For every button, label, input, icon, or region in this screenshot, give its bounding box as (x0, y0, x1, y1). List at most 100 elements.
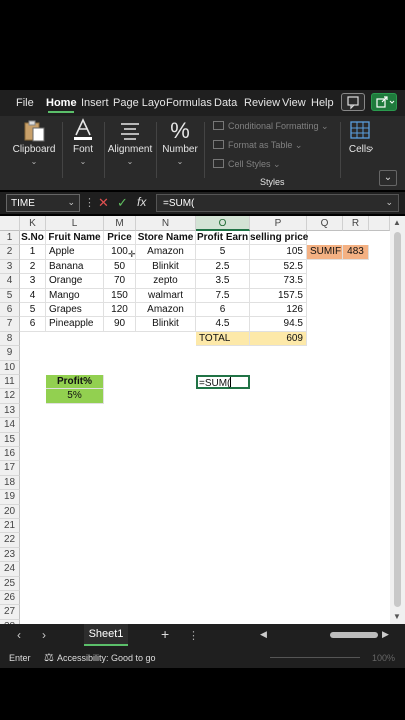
grid-cell[interactable] (196, 547, 250, 563)
grid-cell[interactable] (369, 375, 390, 390)
grid-cell[interactable] (307, 504, 343, 519)
grid-cell[interactable] (104, 562, 136, 577)
grid-cell[interactable] (307, 461, 343, 476)
grid-cell[interactable] (136, 576, 196, 591)
grid-cell[interactable] (136, 519, 196, 534)
row-header-18[interactable]: 18 (0, 475, 20, 491)
grid-cell[interactable] (46, 576, 104, 591)
grid-cell[interactable] (250, 389, 307, 404)
table-cell[interactable]: 94.5 (250, 317, 307, 332)
grid-cell[interactable] (136, 447, 196, 462)
grid-cell[interactable] (369, 547, 390, 563)
header-cell-price[interactable]: Price (104, 231, 136, 246)
column-header-blank[interactable] (369, 216, 390, 231)
row-header-12[interactable]: 12 (0, 389, 20, 404)
grid-cell[interactable] (343, 605, 369, 620)
grid-cell[interactable] (343, 259, 369, 275)
table-cell[interactable]: zepto (136, 274, 196, 289)
table-cell[interactable]: 7.5 (196, 288, 250, 303)
grid-cell[interactable] (136, 490, 196, 505)
grid-cell[interactable] (369, 461, 390, 476)
row-header-23[interactable]: 23 (0, 547, 20, 563)
grid-cell[interactable] (136, 360, 196, 375)
row-header-17[interactable]: 17 (0, 461, 20, 476)
grid-cell[interactable] (369, 605, 390, 620)
row-header-6[interactable]: 6 (0, 303, 20, 318)
next-sheet-icon[interactable]: › (42, 628, 46, 642)
sheet-tab-sheet1[interactable]: Sheet1 (84, 624, 128, 646)
column-header-q[interactable]: Q (307, 216, 343, 231)
zoom-level[interactable]: 100% (372, 653, 395, 663)
grid-cell[interactable] (369, 288, 390, 303)
grid-cell[interactable] (250, 576, 307, 591)
chevron-right-icon[interactable]: › (370, 143, 373, 154)
grid-cell[interactable] (46, 475, 104, 491)
grid-cell[interactable] (369, 432, 390, 447)
row-header-9[interactable]: 9 (0, 346, 20, 361)
column-header-l[interactable]: L (46, 216, 104, 231)
row-header-22[interactable]: 22 (0, 533, 20, 548)
grid-cell[interactable] (369, 245, 390, 260)
format-as-table-button[interactable]: Format as Table ⌄ (213, 140, 302, 151)
row-header-3[interactable]: 3 (0, 259, 20, 275)
grid-cell[interactable] (369, 447, 390, 462)
grid-cell[interactable] (369, 317, 390, 332)
grid-cell[interactable] (343, 317, 369, 332)
grid-cell[interactable] (196, 360, 250, 375)
table-cell[interactable]: 150 (104, 288, 136, 303)
table-cell[interactable]: Pineapple (46, 317, 104, 332)
grid-cell[interactable] (250, 447, 307, 462)
grid-cell[interactable] (250, 490, 307, 505)
table-cell[interactable]: Amazon (136, 303, 196, 318)
comments-button[interactable] (341, 93, 365, 111)
grid-cell[interactable] (343, 288, 369, 303)
grid-cell[interactable] (196, 576, 250, 591)
row-header-11[interactable]: 11 (0, 375, 20, 390)
table-cell[interactable]: 70 (104, 274, 136, 289)
grid-cell[interactable] (20, 475, 46, 491)
grid-cell[interactable] (20, 490, 46, 505)
name-box[interactable]: TIME ⌄ (6, 194, 80, 212)
table-cell[interactable]: 105 (250, 245, 307, 260)
grid-cell[interactable] (343, 547, 369, 563)
grid-cell[interactable] (307, 288, 343, 303)
grid-cell[interactable] (46, 331, 104, 347)
grid-cell[interactable] (307, 231, 343, 246)
grid-cell[interactable] (104, 447, 136, 462)
grid-cell[interactable] (369, 504, 390, 519)
grid-cell[interactable] (104, 490, 136, 505)
formula-input[interactable]: =SUM( ⌄ (156, 194, 399, 212)
table-cell[interactable]: Blinkit (136, 259, 196, 275)
grid-cell[interactable] (196, 475, 250, 491)
column-header-r[interactable]: R (343, 216, 369, 231)
grid-cell[interactable] (196, 418, 250, 433)
select-all-corner[interactable] (0, 216, 20, 231)
font-group[interactable]: Font ⌄ (64, 116, 102, 190)
grid-cell[interactable] (307, 447, 343, 462)
grid-cell[interactable] (136, 331, 196, 347)
grid-cell[interactable] (104, 461, 136, 476)
grid-cell[interactable] (343, 231, 369, 246)
grid-cell[interactable] (369, 591, 390, 606)
grid-cell[interactable] (343, 562, 369, 577)
row-header-14[interactable]: 14 (0, 418, 20, 433)
grid-cell[interactable] (250, 475, 307, 491)
grid-cell[interactable] (104, 403, 136, 419)
row-header-1[interactable]: 1 (0, 231, 20, 246)
grid-cell[interactable] (343, 375, 369, 390)
grid-cell[interactable] (307, 576, 343, 591)
grid-cell[interactable] (20, 418, 46, 433)
grid-cell[interactable] (369, 519, 390, 534)
grid-cell[interactable] (196, 533, 250, 548)
scroll-up-icon[interactable]: ▲ (393, 218, 401, 227)
row-header-4[interactable]: 4 (0, 274, 20, 289)
table-cell[interactable]: 5 (196, 245, 250, 260)
grid-cell[interactable] (136, 547, 196, 563)
grid-cell[interactable] (343, 533, 369, 548)
grid-cell[interactable] (46, 591, 104, 606)
grid-cell[interactable] (343, 403, 369, 419)
grid-cell[interactable] (343, 576, 369, 591)
worksheet-grid[interactable]: K L M N O P Q R 1 2 3 4 5 6 7 8 9 10 11 12 13 14 15 16 1… (0, 216, 390, 624)
column-header-m[interactable]: M (104, 216, 136, 231)
grid-cell[interactable] (196, 346, 250, 361)
